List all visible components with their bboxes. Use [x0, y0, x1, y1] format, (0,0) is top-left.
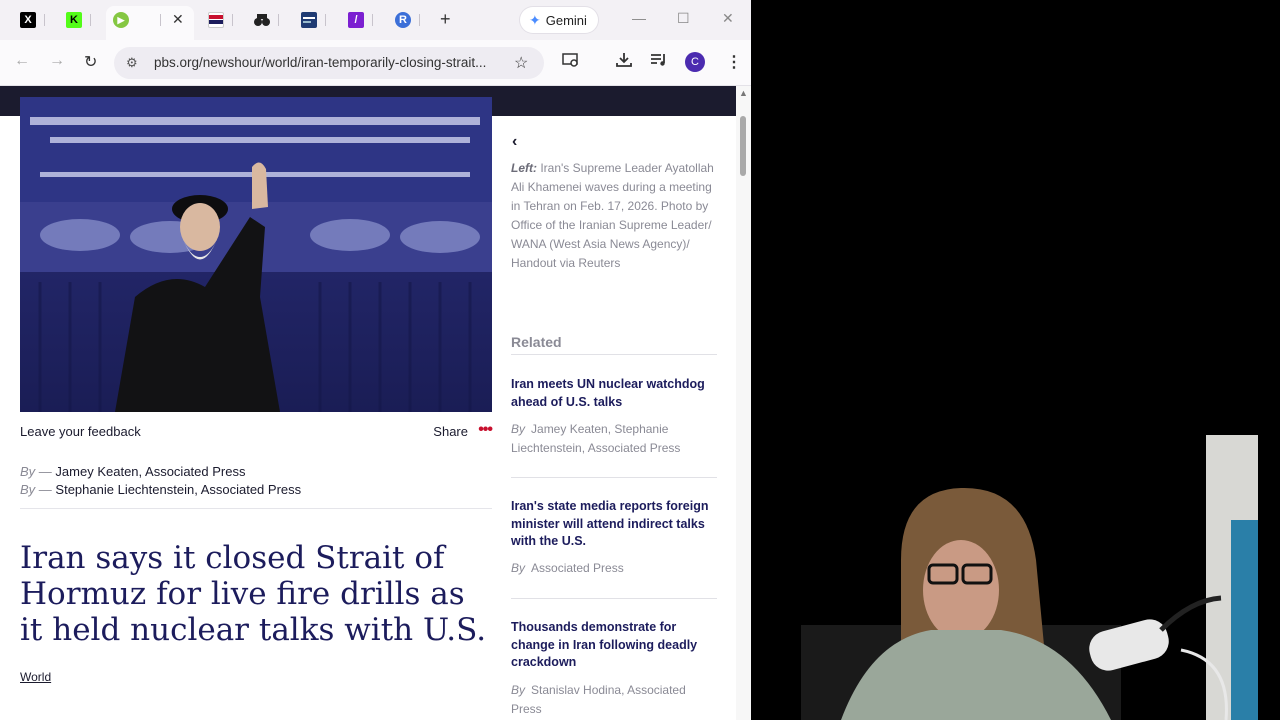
byline-prefix: By [511, 683, 526, 697]
binoculars-icon [254, 12, 270, 28]
caption-text: Iran's Supreme Leader Ayatollah Ali Kham… [511, 161, 714, 270]
tab-x[interactable]: X [20, 9, 36, 31]
scroll-up-arrow-icon[interactable]: ▲ [739, 88, 748, 98]
tab-media[interactable] [254, 9, 270, 31]
photo-caption: Left: Iran's Supreme Leader Ayatollah Al… [511, 159, 721, 273]
r-favicon-icon: R [395, 12, 411, 28]
browser-window: X K ▶ ✕ / R + ✦ Gemini — ☐ ✕ ← → ↻ ⚙ pbs… [0, 0, 751, 720]
byline-author[interactable]: Jamey Keaten, Associated Press [55, 464, 245, 479]
gemini-sparkle-icon: ✦ [529, 11, 541, 28]
divider [511, 477, 717, 478]
byline: By — Jamey Keaten, Associated Press [20, 464, 245, 479]
byline-prefix: By — [20, 464, 52, 479]
new-tab-plus-icon[interactable]: + [440, 9, 451, 30]
site-favicon-icon [301, 12, 317, 28]
tab-kick[interactable]: K [66, 9, 82, 31]
web-page: Leave your feedback Share ••• By — Jamey… [0, 86, 736, 720]
tab-r[interactable]: R [395, 9, 411, 31]
browser-toolbar: ← → ↻ ⚙ pbs.org/newshour/world/iran-temp… [0, 40, 751, 86]
related-byline: By Associated Press [511, 559, 717, 578]
close-window-icon[interactable]: ✕ [722, 10, 734, 27]
related-byline: By Jamey Keaten, Stephanie Liechtenstein,… [511, 420, 717, 458]
gemini-button[interactable]: ✦ Gemini [520, 7, 598, 33]
tab-site[interactable] [301, 9, 317, 31]
tab-separator [160, 14, 161, 26]
divider [511, 354, 717, 355]
related-article-link[interactable]: Iran's state media reports foreign minis… [511, 498, 717, 551]
rumble-logo-icon: ▶ [113, 12, 129, 28]
hero-photo [20, 97, 492, 412]
share-dots-icon[interactable]: ••• [478, 421, 493, 439]
scrollbar-thumb[interactable] [740, 116, 746, 176]
lens-search-icon[interactable] [562, 52, 580, 73]
share-button[interactable]: Share [433, 424, 468, 439]
bookmark-star-icon[interactable]: ☆ [514, 53, 528, 73]
reload-icon[interactable]: ↻ [84, 52, 97, 72]
byline-prefix: By [511, 561, 526, 575]
related-article-link[interactable]: Thousands demonstrate for change in Iran… [511, 619, 717, 672]
tab-separator [372, 14, 373, 26]
media-queue-icon[interactable] [650, 52, 668, 73]
tab-separator [325, 14, 326, 26]
back-arrow-icon[interactable]: ← [14, 52, 30, 70]
article-actions: Leave your feedback Share ••• [20, 421, 493, 444]
address-bar[interactable]: ⚙ pbs.org/newshour/world/iran-temporaril… [114, 47, 544, 79]
tab-slash[interactable]: / [348, 9, 364, 31]
gemini-label: Gemini [545, 12, 587, 28]
url-text[interactable]: pbs.org/newshour/world/iran-temporarily-… [154, 55, 504, 70]
byline-author[interactable]: Stephanie Liechtenstein, Associated Pres… [55, 482, 301, 497]
download-icon[interactable] [615, 52, 633, 73]
divider [511, 598, 717, 599]
caption-lead: Left: [511, 161, 537, 175]
category-link[interactable]: World [20, 670, 51, 684]
byline: By — Stephanie Liechtenstein, Associated… [20, 482, 301, 497]
webcam-feed [751, 0, 1280, 720]
divider [20, 508, 492, 509]
close-tab-icon[interactable]: ✕ [172, 11, 184, 28]
related-article-link[interactable]: Iran meets UN nuclear watchdog ahead of … [511, 376, 717, 411]
tab-separator [232, 14, 233, 26]
x-logo-icon: X [20, 12, 36, 28]
related-authors: Associated Press [531, 561, 624, 575]
tab-strip: X K ▶ ✕ / R + ✦ Gemini — ☐ ✕ [0, 0, 751, 40]
tab-separator [419, 14, 420, 26]
tab-separator [90, 14, 91, 26]
maximize-icon[interactable]: ☐ [677, 10, 690, 27]
byline-prefix: By — [20, 482, 52, 497]
slash-favicon-icon: / [348, 12, 364, 28]
caption-collapse-chevron-icon[interactable]: ‹ [512, 133, 517, 151]
tab-pbs[interactable] [208, 9, 224, 31]
forward-arrow-icon[interactable]: → [49, 52, 65, 70]
related-authors: Stanislav Hodina, Associated Press [511, 683, 686, 716]
kick-logo-icon: K [66, 12, 82, 28]
related-heading: Related [511, 334, 562, 350]
site-info-icon[interactable]: ⚙ [126, 55, 138, 71]
related-byline: By Stanislav Hodina, Associated Press [511, 681, 717, 719]
more-menu-icon[interactable]: ⋮ [726, 52, 742, 72]
feedback-link[interactable]: Leave your feedback [20, 424, 141, 439]
minimize-icon[interactable]: — [632, 10, 646, 26]
page-scrollbar[interactable]: ▲ [736, 86, 751, 720]
related-authors: Jamey Keaten, Stephanie Liechtenstein, A… [511, 422, 681, 455]
profile-avatar[interactable]: C [685, 52, 705, 72]
tab-separator [278, 14, 279, 26]
news-favicon-icon [208, 12, 224, 28]
article-headline: Iran says it closed Strait of Hormuz for… [20, 540, 487, 648]
tab-rumble[interactable]: ▶ [113, 9, 129, 31]
byline-prefix: By [511, 422, 526, 436]
tab-separator [44, 14, 45, 26]
